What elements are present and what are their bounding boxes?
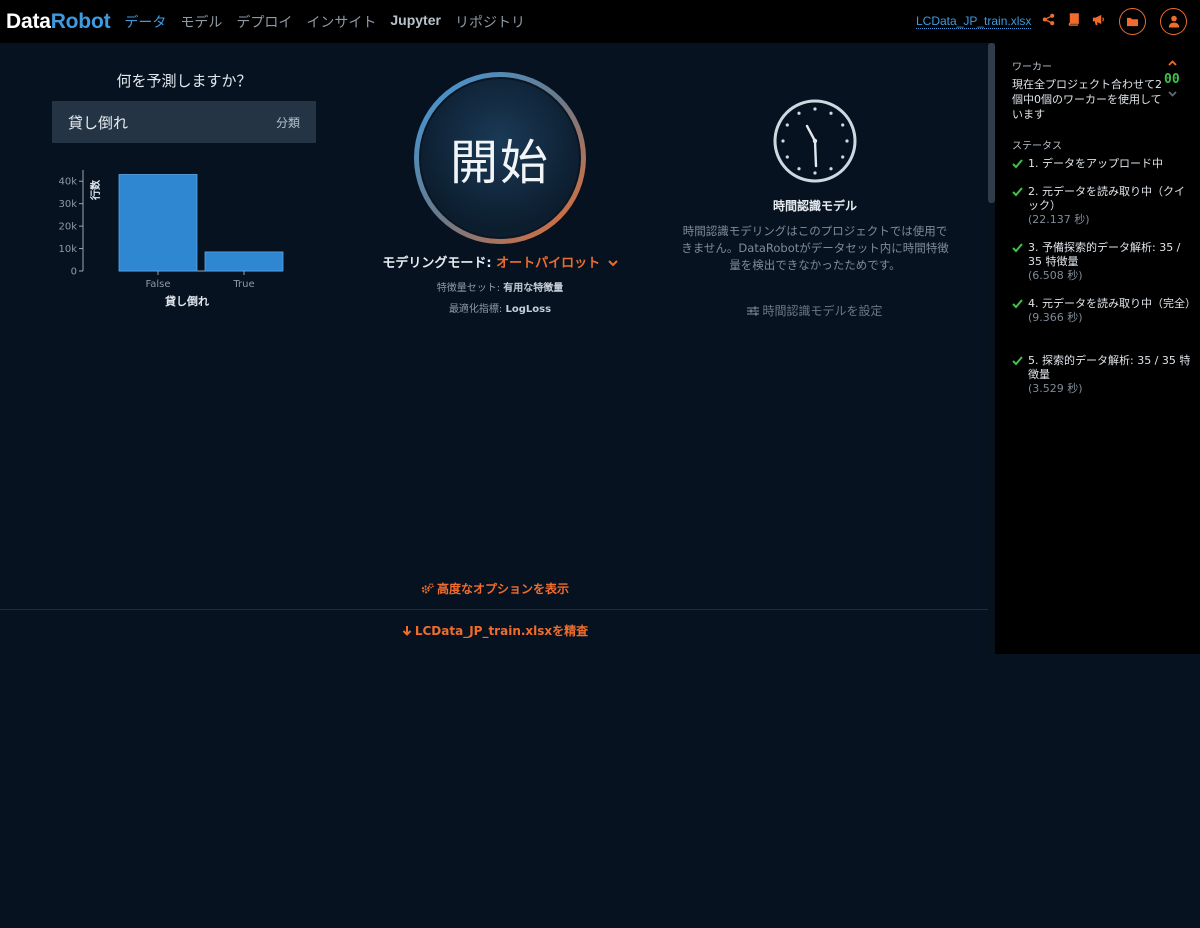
folder-icon [1127,17,1138,27]
featureset-value[interactable]: 有用な特徴量 [503,283,563,294]
y-tick-label: 20k [58,222,77,233]
metric-row: 最適化指標: LogLoss [340,300,660,315]
status-step: 4. 元データを読み取り中（完全） (9.366 秒) [1012,297,1196,325]
target-feature-name: 貸し倒れ [68,113,129,132]
user-menu-button[interactable] [1160,8,1187,35]
checkmark-icon [1012,159,1023,169]
clock-tick [841,155,845,159]
nav-jupyter[interactable]: Jupyter [390,12,441,32]
chevron-down-icon [607,260,618,267]
section-divider [0,609,988,610]
featureset-label: 特徴量セット: [436,283,501,294]
target-feature-box[interactable]: 貸し倒れ 分類 [52,101,316,143]
modeling-mode-label: モデリングモード: [382,256,492,271]
clock-tick [781,139,785,143]
time-aware-description: 時間認識モデリングはこのプロジェクトでは使用できません。DataRobotがデー… [681,224,949,272]
histogram-bar[interactable] [204,251,284,272]
configure-time-aware-label: 時間認識モデルを設定 [762,304,883,318]
predict-question: 何を予測しますか？ [116,72,252,90]
explore-dataset-link[interactable]: LCData_JP_train.xlsxを精査 [340,622,650,639]
clock-tick [797,167,801,171]
y-tick-label: 40k [58,177,77,188]
status-step-duration: (6.508 秒) [1028,269,1083,282]
status-step: 3. 予備探索的データ解析: 35 / 35 特徴量 (6.508 秒) [1012,241,1192,283]
status-step: 5. 探索的データ解析: 35 / 35 特徴量 (3.529 秒) [1012,354,1192,396]
share-icon[interactable] [1040,13,1056,29]
status-step-text: 4. 元データを読み取り中（完全） [1028,297,1196,310]
start-button[interactable]: 開始 [414,72,586,244]
clock-tick [813,171,817,175]
checkmark-icon [1012,243,1023,253]
status-step-text: 5. 探索的データ解析: 35 / 35 特徴量 [1028,354,1191,381]
y-tick-label: 10k [58,244,77,255]
status-step-duration: (22.137 秒) [1028,213,1090,226]
checkmark-icon [1012,299,1023,309]
target-histogram: 40k 30k 20k 10k 0 False True 行数 貸し倒れ [58,170,284,308]
x-tick-label: True [232,279,254,290]
modeling-mode-value: オートパイロット [496,256,601,271]
checkmark-icon [1012,187,1023,197]
clock-tick [785,123,789,127]
clock-tick [841,123,845,127]
sliders-icon [747,306,760,316]
nav-models[interactable]: モデル [180,12,222,32]
clock-tick [785,155,789,159]
datarobot-logo[interactable]: DataRobot [6,9,111,34]
y-tick-label: 0 [71,267,77,278]
folder-button[interactable] [1119,8,1146,35]
nav-data[interactable]: データ [124,12,166,32]
main-scrollbar-thumb[interactable] [988,43,995,203]
modeling-mode-dropdown[interactable]: オートパイロット [496,256,618,271]
nav-deploy[interactable]: デプロイ [236,12,292,32]
status-step-text: 2. 元データを読み取り中（クイック） [1028,185,1185,212]
metric-label: 最適化指標: [448,304,503,315]
target-problem-type: 分類 [275,115,300,130]
project-filename-link[interactable]: LCData_JP_train.xlsx [916,14,1032,29]
logo-text-robot: Robot [50,9,111,33]
x-tick-label: False [145,279,170,290]
status-step: 1. データをアップロード中 [1012,157,1192,171]
workers-heading: ワーカー [1012,62,1052,73]
worker-increase-icon[interactable] [1168,59,1177,68]
status-step-text: 3. 予備探索的データ解析: 35 / 35 特徴量 [1028,241,1181,268]
worker-decrease-icon[interactable] [1168,89,1177,98]
show-advanced-options-link[interactable]: 高度なオプションを表示 [340,580,650,597]
megaphone-icon[interactable] [1090,13,1106,29]
configure-time-aware-button[interactable]: 時間認識モデルを設定 [700,302,930,319]
nav-insights[interactable]: インサイト [306,12,376,32]
histogram-x-label: 貸し倒れ [164,294,209,308]
logo-text-data: Data [6,9,51,33]
clock-tick [829,111,833,115]
workers-usage-text: 現在全プロジェクト合わせて2個中0個のワーカーを使用しています [1012,78,1162,121]
histogram-y-label: 行数 [89,179,102,201]
main-nav: データ モデル デプロイ インサイト Jupyter リポジトリ [124,12,539,32]
clock-tick [797,111,801,115]
y-tick-label: 30k [58,199,77,210]
explore-dataset-label: LCData_JP_train.xlsxを精査 [414,624,589,638]
gears-icon [421,583,434,594]
featureset-row: 特徴量セット: 有用な特徴量 [340,279,660,294]
status-step-duration: (9.366 秒) [1028,311,1083,324]
show-advanced-options-label: 高度なオプションを表示 [436,582,569,596]
nav-repository[interactable]: リポジトリ [455,12,525,32]
status-step-duration: (3.529 秒) [1028,382,1083,395]
clock-tick [845,139,849,143]
user-icon [1168,15,1179,28]
checkmark-icon [1012,356,1023,366]
start-button-label: 開始 [449,135,550,191]
modeling-mode-row: モデリングモード: オートパイロット [340,252,660,271]
start-button-core: 開始 [419,77,581,239]
time-aware-title: 時間認識モデル [772,199,857,213]
status-heading: ステータス [1012,141,1062,152]
right-sidebar: ワーカー 00 現在全プロジェクト合わせて2個中0個のワーカーを使用しています … [995,43,1200,654]
histogram-bar[interactable] [118,174,198,272]
clock-icon [773,99,857,183]
arrow-down-icon [402,626,412,636]
clock-tick [829,167,833,171]
metric-value[interactable]: LogLoss [506,304,552,315]
status-step: 2. 元データを読み取り中（クイック） (22.137 秒) [1012,185,1192,227]
status-step-text: 1. データをアップロード中 [1028,157,1163,170]
clock-tick [813,107,817,111]
book-icon[interactable] [1065,13,1081,29]
